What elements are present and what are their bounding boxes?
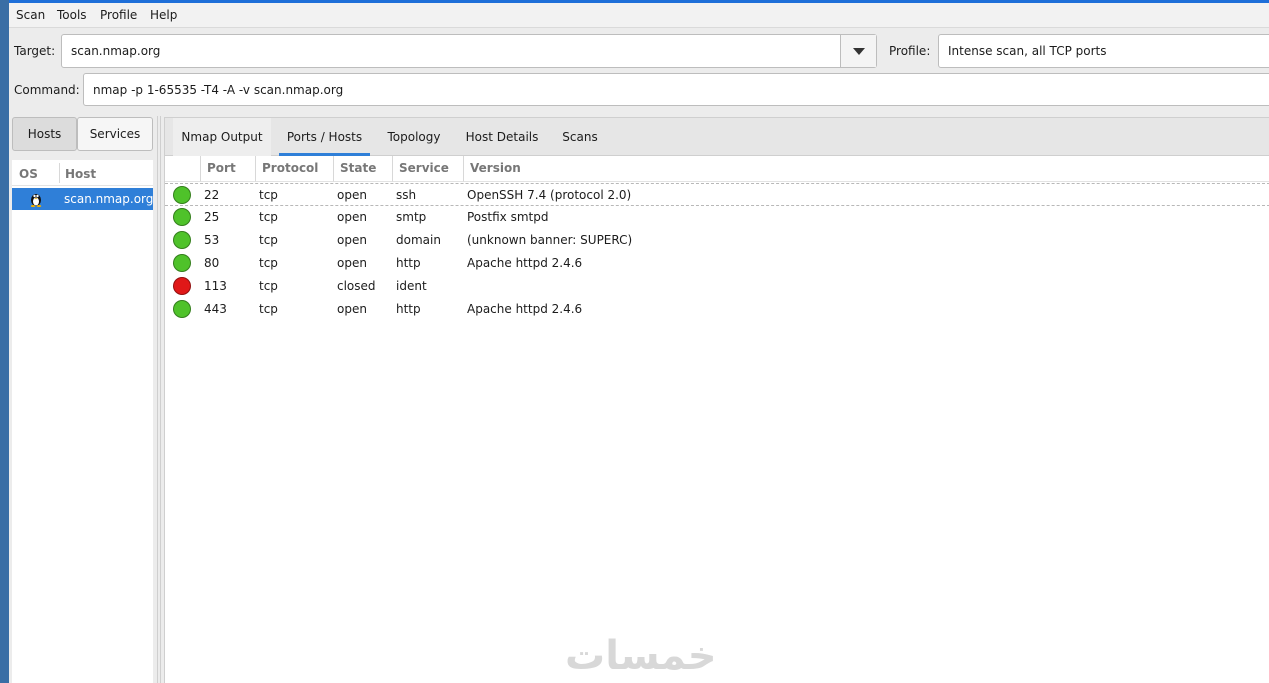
protocol-cell: tcp <box>259 302 278 316</box>
port-cell: 25 <box>204 210 220 224</box>
port-open-status-icon <box>173 300 191 318</box>
state-cell: open <box>337 210 367 224</box>
protocol-cell: tcp <box>259 210 278 224</box>
port-row[interactable]: 443 tcp open http Apache httpd 2.4.6 <box>165 298 1269 321</box>
zenmap-window: Scan Tools Profile Help Target: scan.nma… <box>9 3 1269 683</box>
port-closed-status-icon <box>173 277 191 295</box>
host-list-header: OS Host <box>12 160 153 186</box>
target-label: Target: <box>14 44 56 58</box>
version-column-header[interactable]: Version <box>464 156 1269 182</box>
state-cell: closed <box>337 279 376 293</box>
results-notebook: Nmap Output Ports / Hosts Topology Host … <box>164 117 1269 683</box>
state-column-header[interactable]: State <box>334 156 393 182</box>
profile-value[interactable]: Intense scan, all TCP ports <box>948 44 1106 58</box>
state-cell: open <box>337 302 367 316</box>
port-row[interactable]: 25 tcp open smtp Postfix smtpd <box>165 206 1269 229</box>
port-cell: 53 <box>204 233 220 247</box>
port-open-status-icon <box>173 208 191 226</box>
menu-profile[interactable]: Profile <box>100 8 137 22</box>
version-cell: Postfix smtpd <box>467 210 549 224</box>
port-row[interactable]: 22 tcp open ssh OpenSSH 7.4 (protocol 2.0) <box>165 183 1269 206</box>
service-column-header[interactable]: Service <box>393 156 464 182</box>
port-open-status-icon <box>173 186 191 204</box>
version-cell: Apache httpd 2.4.6 <box>467 256 583 270</box>
tab-nmap-output[interactable]: Nmap Output <box>173 118 271 156</box>
port-row[interactable]: 53 tcp open domain (unknown banner: SUPERC) <box>165 229 1269 252</box>
target-input[interactable]: scan.nmap.org <box>71 44 160 58</box>
menu-help[interactable]: Help <box>150 8 177 22</box>
tab-bar: Nmap Output Ports / Hosts Topology Host … <box>165 118 1269 156</box>
tab-host-details[interactable]: Host Details <box>461 118 543 156</box>
target-combo[interactable]: scan.nmap.org <box>61 34 877 68</box>
window-left-border <box>0 0 9 683</box>
service-cell: smtp <box>396 210 427 224</box>
service-cell: http <box>396 256 421 270</box>
port-open-status-icon <box>173 254 191 272</box>
version-cell: (unknown banner: SUPERC) <box>467 233 633 247</box>
protocol-cell: tcp <box>259 279 278 293</box>
tab-ports-hosts[interactable]: Ports / Hosts <box>279 118 370 156</box>
hosts-button[interactable]: Hosts <box>12 117 77 151</box>
host-list: OS Host scan.nmap.org (3 <box>12 160 153 683</box>
protocol-cell: tcp <box>259 256 278 270</box>
port-row[interactable]: 113 tcp closed ident <box>165 275 1269 298</box>
port-cell: 80 <box>204 256 220 270</box>
port-open-status-icon <box>173 231 191 249</box>
tab-scans[interactable]: Scans <box>555 118 605 156</box>
service-cell: ssh <box>396 188 417 202</box>
ports-table: Port Protocol State Service Version 22 tc… <box>165 156 1269 683</box>
menu-bar: Scan Tools Profile Help <box>9 3 1269 28</box>
service-cell: ident <box>396 279 427 293</box>
host-column-header[interactable]: Host <box>65 167 96 181</box>
protocol-cell: tcp <box>259 188 278 202</box>
tab-topology[interactable]: Topology <box>378 118 450 156</box>
state-cell: open <box>337 188 367 202</box>
host-name: scan.nmap.org (3 <box>64 192 153 206</box>
protocol-column-header[interactable]: Protocol <box>256 156 334 182</box>
host-row[interactable]: scan.nmap.org (3 <box>12 188 153 210</box>
os-column-header[interactable]: OS <box>19 167 38 181</box>
services-button[interactable]: Services <box>77 117 153 151</box>
profile-combo[interactable]: Intense scan, all TCP ports <box>938 34 1269 68</box>
command-field[interactable]: nmap -p 1-65535 -T4 -A -v scan.nmap.org <box>83 73 1269 106</box>
menu-tools[interactable]: Tools <box>57 8 87 22</box>
version-cell: OpenSSH 7.4 (protocol 2.0) <box>467 188 632 202</box>
state-cell: open <box>337 256 367 270</box>
version-cell: Apache httpd 2.4.6 <box>467 302 583 316</box>
command-label: Command: <box>14 83 80 97</box>
chevron-down-icon <box>853 48 865 55</box>
menu-scan[interactable]: Scan <box>16 8 45 22</box>
port-cell: 443 <box>204 302 227 316</box>
pane-divider-handle[interactable] <box>157 116 161 683</box>
port-cell: 113 <box>204 279 227 293</box>
protocol-cell: tcp <box>259 233 278 247</box>
target-dropdown-button[interactable] <box>840 35 876 67</box>
column-divider <box>59 163 60 183</box>
port-row[interactable]: 80 tcp open http Apache httpd 2.4.6 <box>165 252 1269 275</box>
service-cell: http <box>396 302 421 316</box>
port-cell: 22 <box>204 188 220 202</box>
state-cell: open <box>337 233 367 247</box>
command-input[interactable]: nmap -p 1-65535 -T4 -A -v scan.nmap.org <box>93 83 343 97</box>
port-column-header[interactable]: Port <box>201 156 256 182</box>
profile-label: Profile: <box>889 44 931 58</box>
linux-penguin-icon <box>30 194 42 207</box>
service-cell: domain <box>396 233 441 247</box>
status-column-header[interactable] <box>165 156 201 182</box>
watermark-logo: خمسات <box>565 633 717 679</box>
